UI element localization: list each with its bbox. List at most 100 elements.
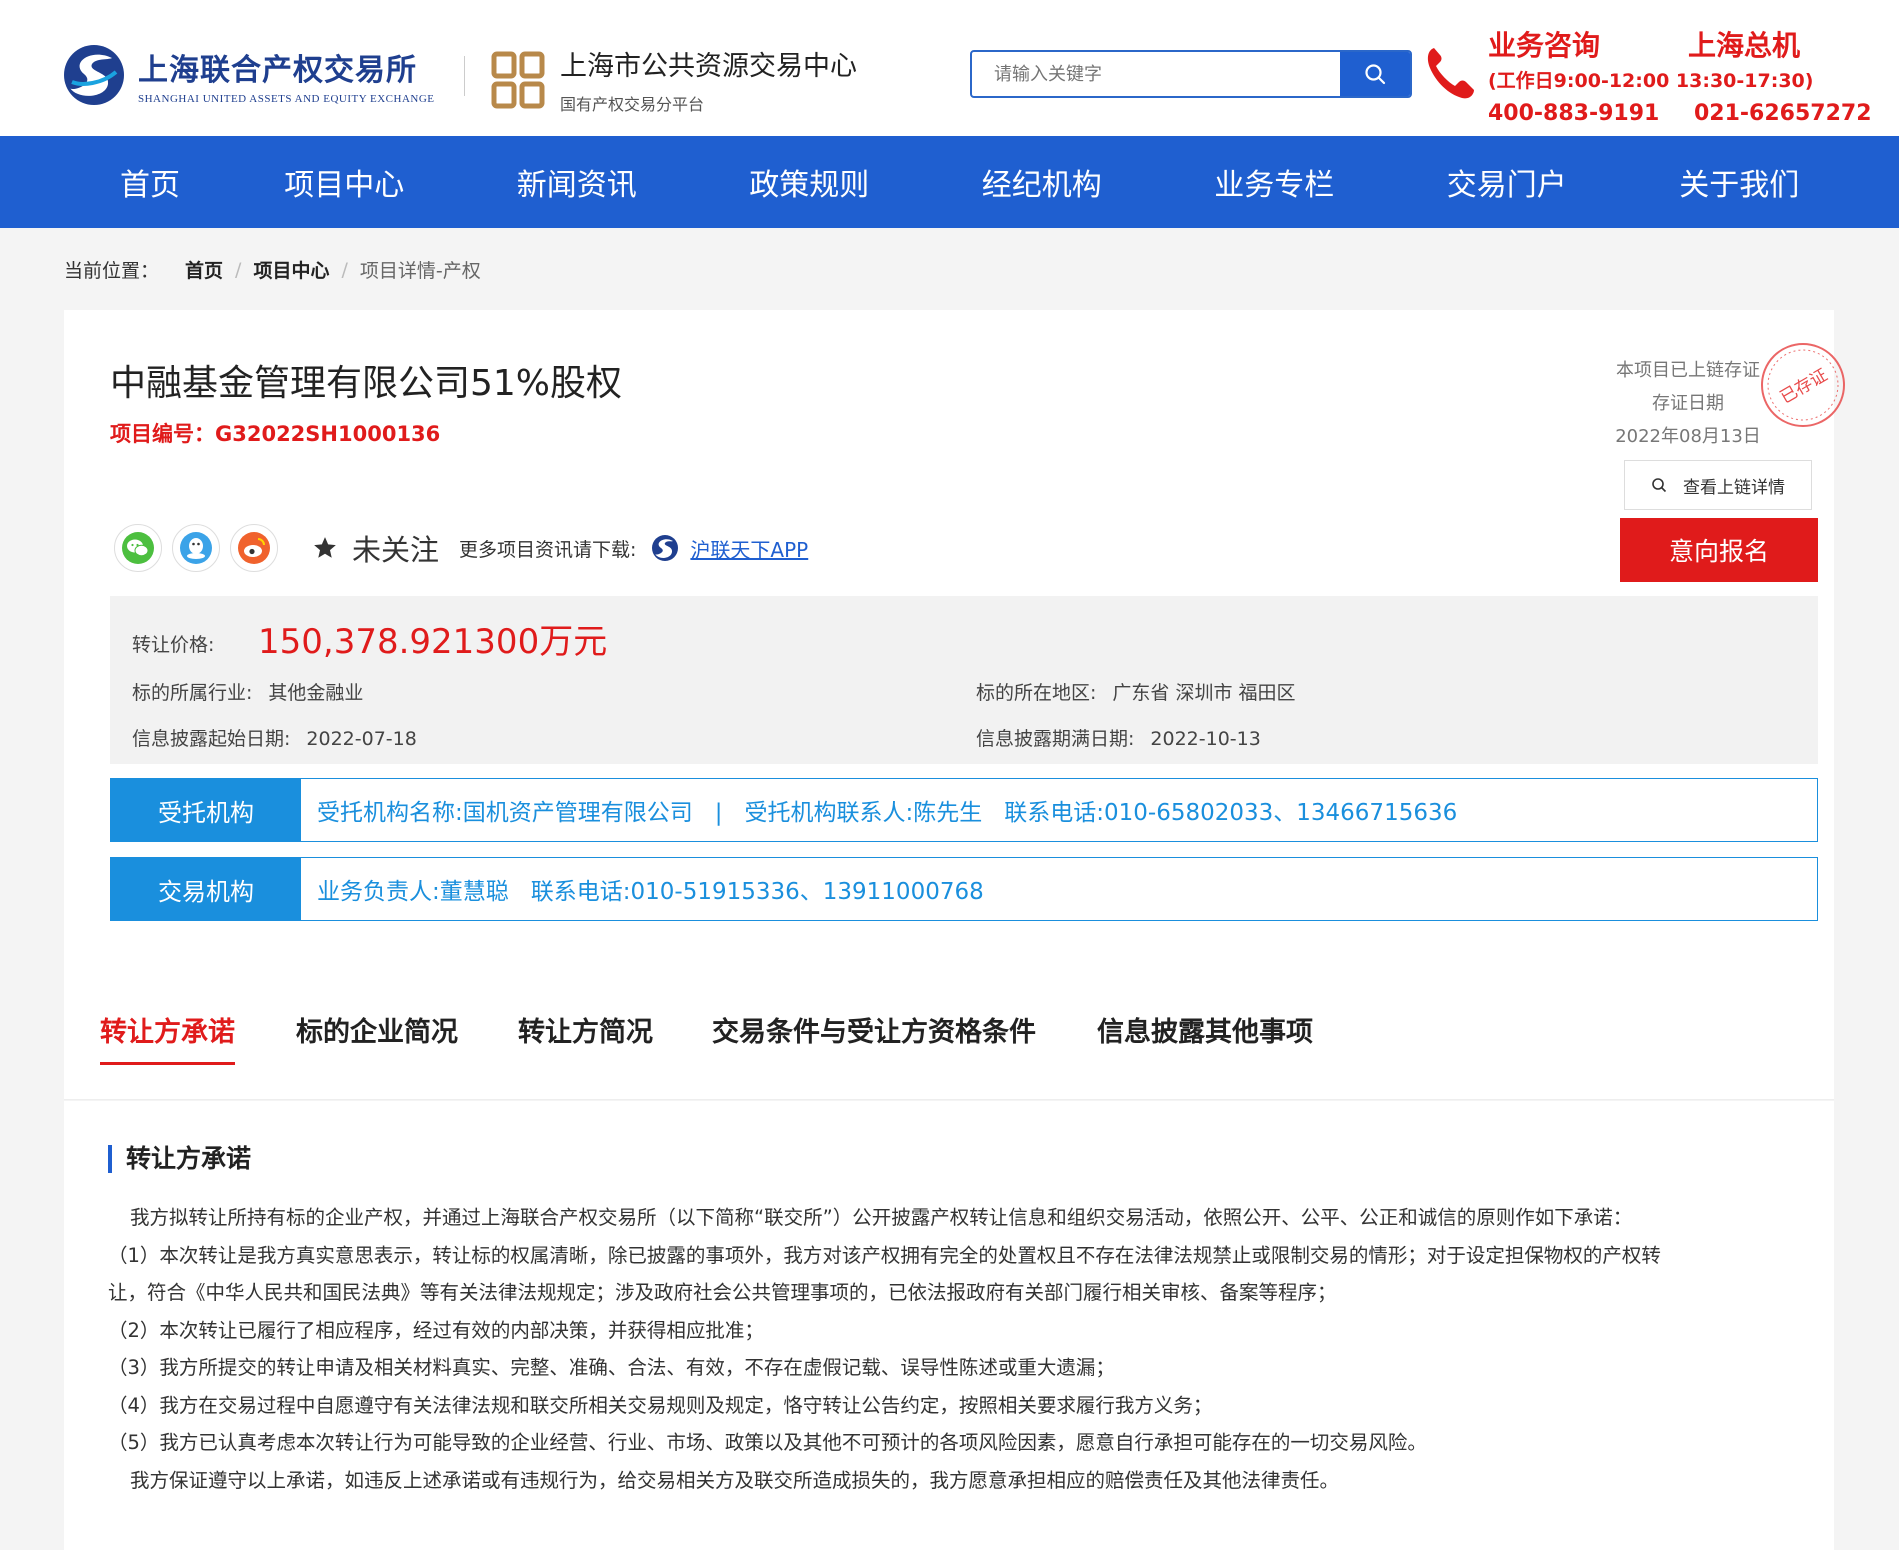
- logo-divider: [464, 56, 465, 96]
- disclosure-start-label: 信息披露起始日期:: [132, 728, 291, 750]
- industry-field: 标的所属行业: 其他金融业: [132, 678, 363, 705]
- exchange-tag: 交易机构: [111, 858, 301, 920]
- public-resource-logo-sub: 国有产权交易分平台: [560, 95, 705, 114]
- app-logo-icon: [652, 535, 679, 561]
- public-resource-logo-cn: 上海市公共资源交易中心: [560, 51, 857, 82]
- disclosure-end-field: 信息披露期满日期: 2022-10-13: [976, 724, 1261, 751]
- share-wechat-button[interactable]: [114, 524, 162, 572]
- disclosure-start-field: 信息披露起始日期: 2022-07-18: [132, 724, 417, 751]
- app-download-label: 沪联天下APP: [690, 537, 809, 562]
- search-icon: [1365, 64, 1386, 85]
- industry-value: 其他金融业: [268, 682, 364, 704]
- download-hint: 更多项目资讯请下载:: [459, 538, 637, 561]
- follow-button[interactable]: 未关注: [312, 527, 439, 569]
- agency-tag: 受托机构: [111, 779, 301, 841]
- breadcrumb-separator: /: [235, 258, 242, 281]
- section-title: 转让方承诺: [108, 1145, 251, 1173]
- agency-contact: 受托机构联系人:陈先生: [744, 800, 983, 826]
- nav-policy[interactable]: 政策规则: [693, 136, 926, 228]
- agency-name: 受托机构名称:国机资产管理有限公司: [317, 800, 693, 826]
- nav-about[interactable]: 关于我们: [1623, 136, 1856, 228]
- commitment-section: 转让方承诺 我方拟转让所持有标的企业产权，并通过上海联合产权交易所（以下简称“联…: [64, 1101, 1834, 1550]
- breadcrumb: 当前位置： 首页 / 项目中心 / 项目详情-产权: [64, 256, 481, 283]
- price-label: 转让价格:: [132, 634, 215, 656]
- project-title: 中融基金管理有限公司51%股权: [110, 363, 623, 404]
- sueec-logo-cn: 上海联合产权交易所: [138, 53, 417, 88]
- qq-icon: [180, 532, 212, 564]
- wechat-icon: [122, 532, 154, 564]
- industry-label: 标的所属行业:: [132, 682, 253, 704]
- star-icon: [314, 537, 336, 558]
- certified-seal-icon: 已存证: [1758, 340, 1848, 430]
- breadcrumb-home[interactable]: 首页: [185, 256, 223, 283]
- commitment-line: （5）我方已认真考虑本次转让行为可能导致的企业经营、行业、市场、政策以及其他不可…: [108, 1431, 1427, 1454]
- tab-other-disclosure[interactable]: 信息披露其他事项: [1097, 1010, 1313, 1065]
- commitment-line: 我方保证遵守以上承诺，如违反上述承诺或有违规行为，给交易相关方及联交所造成损失的…: [130, 1468, 1340, 1492]
- exchange-person: 业务负责人:董慧聪: [317, 879, 509, 905]
- search-input[interactable]: [972, 52, 1340, 96]
- contact-info: 业务咨询 上海总机 (工作日9:00-12:00 13:30-17:30) 40…: [1488, 24, 1888, 126]
- sueec-logo-icon: [62, 42, 126, 108]
- breadcrumb-project-center[interactable]: 项目中心: [253, 256, 329, 283]
- tab-trade-conditions[interactable]: 交易条件与受让方资格条件: [712, 1010, 1036, 1065]
- weibo-icon: [238, 532, 270, 564]
- sueec-logo-en: SHANGHAI UNITED ASSETS AND EQUITY EXCHAN…: [138, 93, 435, 105]
- switchboard-phone: 021-62657272: [1694, 101, 1872, 126]
- consult-phone: 400-883-9191: [1488, 101, 1660, 126]
- region-value: 广东省 深圳市 福田区: [1112, 682, 1296, 704]
- share-weibo-button[interactable]: [230, 524, 278, 572]
- follow-label: 未关注: [352, 533, 440, 567]
- working-hours: (工作日9:00-12:00 13:30-17:30): [1488, 70, 1814, 92]
- public-resource-logo-icon: [490, 50, 546, 110]
- search-button[interactable]: [1340, 52, 1410, 96]
- commitment-line: （4）我方在交易过程中自愿遵守有关法律法规和联交所相关交易规则及规定，恪守转让公…: [108, 1393, 1213, 1417]
- commitment-text: 我方拟转让所持有标的企业产权，并通过上海联合产权交易所（以下简称“联交所”）公开…: [108, 1199, 1848, 1499]
- disclosure-start-value: 2022-07-18: [306, 728, 417, 750]
- commitment-line: （3）我方所提交的转让申请及相关材料真实、完整、准确、合法、有效，不存在虚假记载…: [108, 1356, 1115, 1379]
- app-download-link[interactable]: 沪联天下APP: [650, 533, 808, 563]
- exchange-phone: 联系电话:010-51915336、13911000768: [530, 879, 984, 905]
- exchange-row: 交易机构 业务负责人:董慧聪 联系电话:010-51915336、13911000…: [110, 857, 1818, 921]
- share-qq-button[interactable]: [172, 524, 220, 572]
- agency-text: 受托机构名称:国机资产管理有限公司 | 受托机构联系人:陈先生 联系电话:010-65…: [301, 793, 1457, 827]
- business-consult-label: 业务咨询: [1488, 29, 1601, 62]
- nav-news[interactable]: 新闻资讯: [461, 136, 694, 228]
- disclosure-end-value: 2022-10-13: [1150, 728, 1261, 750]
- agency-phone: 联系电话:010-65802033、13466715636: [1004, 800, 1458, 826]
- tab-seller-overview[interactable]: 转让方简况: [518, 1010, 653, 1065]
- nav-home[interactable]: 首页: [72, 136, 228, 228]
- commitment-line: （1）本次转让是我方真实意思表示，转让标的权属清晰，除已披露的事项外，我方对该产…: [108, 1243, 1661, 1267]
- tab-seller-commitment[interactable]: 转让方承诺: [100, 1010, 235, 1065]
- sueec-logo[interactable]: 上海联合产权交易所 SHANGHAI UNITED ASSETS AND EQU…: [62, 42, 435, 108]
- seal-text: 已存证: [1777, 365, 1831, 408]
- region-field: 标的所在地区: 广东省 深圳市 福田区: [976, 678, 1296, 705]
- public-resource-logo[interactable]: 上海市公共资源交易中心 国有产权交易分平台: [490, 44, 857, 115]
- main-nav: 首页 项目中心 新闻资讯 政策规则 经纪机构 业务专栏 交易门户 关于我们: [0, 136, 1899, 228]
- view-chain-detail-button[interactable]: 查看上链详情: [1624, 460, 1812, 510]
- commitment-line: 我方拟转让所持有标的企业产权，并通过上海联合产权交易所（以下简称“联交所”）公开…: [130, 1206, 1633, 1229]
- top-header: 上海联合产权交易所 SHANGHAI UNITED ASSETS AND EQU…: [0, 0, 1899, 136]
- view-chain-detail-label: 查看上链详情: [1683, 477, 1785, 498]
- nav-project-center[interactable]: 项目中心: [228, 136, 461, 228]
- disclosure-end-label: 信息披露期满日期:: [976, 728, 1135, 750]
- apply-button[interactable]: 意向报名: [1620, 518, 1818, 582]
- nav-trading-portal[interactable]: 交易门户: [1391, 136, 1624, 228]
- tab-target-company[interactable]: 标的企业简况: [296, 1010, 458, 1065]
- agency-row: 受托机构 受托机构名称:国机资产管理有限公司 | 受托机构联系人:陈先生 联系电话:0…: [110, 778, 1818, 842]
- exchange-text: 业务负责人:董慧聪 联系电话:010-51915336、13911000768: [301, 872, 984, 906]
- search-icon: [1652, 478, 1667, 493]
- detail-tabs: 转让方承诺 标的企业简况 转让方简况 交易条件与受让方资格条件 信息披露其他事项: [64, 980, 1834, 1100]
- nav-brokers[interactable]: 经纪机构: [926, 136, 1159, 228]
- region-label: 标的所在地区:: [976, 682, 1097, 704]
- share-bar: 未关注 更多项目资讯请下载: 沪联天下APP: [114, 524, 808, 572]
- project-info-box: 转让价格: 150,378.921300万元 标的所属行业: 其他金融业 标的所在…: [110, 596, 1818, 764]
- agency-separator: |: [714, 800, 723, 826]
- breadcrumb-label: 当前位置：: [64, 260, 160, 282]
- nav-business[interactable]: 业务专栏: [1158, 136, 1391, 228]
- phone-icon: [1424, 44, 1476, 100]
- search-box: [970, 50, 1412, 98]
- price-value: 150,378.921300万元: [258, 622, 608, 662]
- commitment-line: （2）本次转让已履行了相应程序，经过有效的内部决策，并获得相应批准；: [108, 1318, 764, 1342]
- breadcrumb-separator: /: [341, 258, 348, 281]
- breadcrumb-current: 项目详情-产权: [359, 260, 481, 282]
